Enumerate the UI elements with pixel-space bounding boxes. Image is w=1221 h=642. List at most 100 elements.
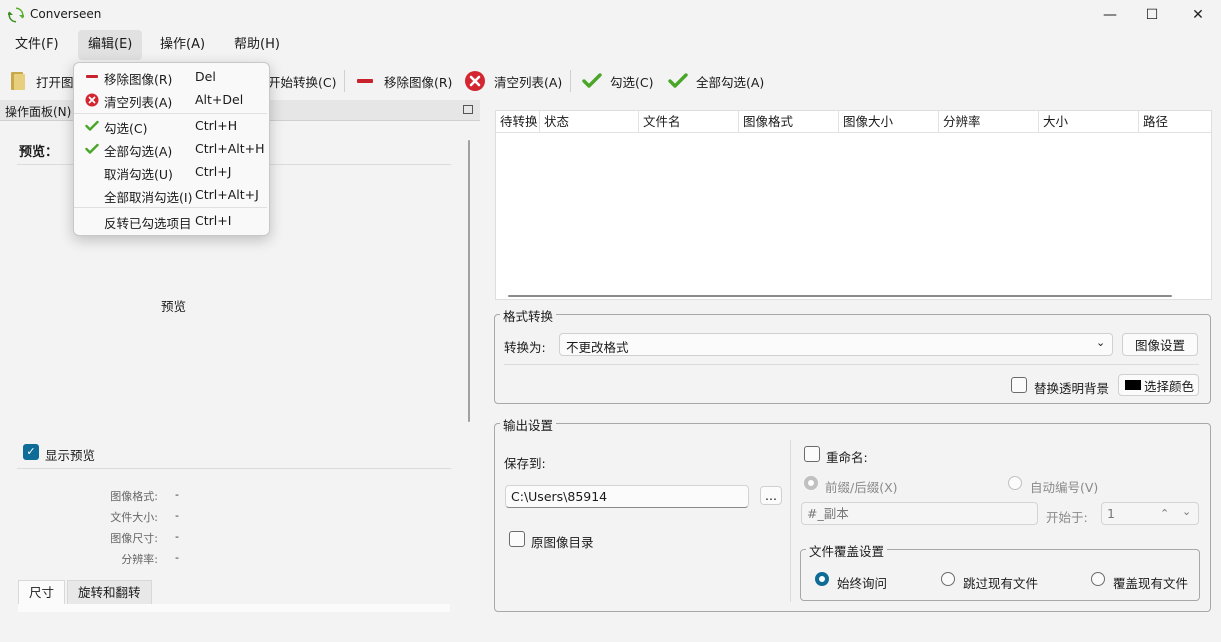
menu-item-shortcut: Ctrl+I (195, 213, 232, 228)
menu-item-uncheck[interactable]: 取消勾选(U) Ctrl+J (74, 160, 269, 183)
column-header-pending[interactable]: 待转换 (496, 111, 540, 133)
column-header-status[interactable]: 状态 (540, 111, 639, 133)
converseen-logo-icon (8, 7, 24, 23)
remove-image-button[interactable]: 移除图像(R) (356, 64, 452, 98)
check-all-button[interactable]: 全部勾选(A) (668, 64, 764, 98)
edit-menu-popup: 移除图像(R) Del 清空列表(A) Alt+Del 勾选(C) Ctrl+H… (73, 62, 270, 236)
original-dir-label: 原图像目录 (531, 535, 594, 550)
replace-transparent-bg-checkbox[interactable] (1011, 377, 1027, 393)
output-settings-title: 输出设置 (500, 415, 557, 434)
menu-separator (74, 207, 267, 208)
menu-action[interactable]: 操作(A) (150, 30, 215, 60)
column-header-image-size[interactable]: 图像大小 (839, 111, 939, 133)
open-folder-icon (11, 72, 25, 90)
clear-list-label: 清空列表(A) (494, 74, 563, 90)
info-format-value: - (175, 488, 179, 501)
start-at-label: 开始于: (1046, 510, 1088, 525)
rename-checkbox[interactable] (804, 446, 820, 462)
minus-red-icon (357, 79, 373, 83)
info-dimensions-value: - (175, 530, 179, 543)
info-size-value: - (175, 509, 179, 522)
check-label: 勾选(C) (610, 74, 654, 90)
overwrite-existing-radio[interactable] (1091, 572, 1105, 586)
check-all-label: 全部勾选(A) (696, 74, 765, 90)
left-panel-scrollbar[interactable] (468, 140, 470, 422)
image-settings-button[interactable]: 图像设置 (1122, 333, 1198, 356)
menu-help[interactable]: 帮助(H) (224, 30, 290, 60)
convert-to-dropdown[interactable]: 不更改格式 ⌄ (559, 333, 1113, 356)
always-ask-radio[interactable] (815, 572, 829, 586)
auto-number-label: 自动编号(V) (1030, 480, 1099, 495)
convert-to-value: 不更改格式 (566, 340, 629, 355)
check-all-green-icon (668, 73, 688, 88)
title-bar: Converseen — ☐ ✕ (0, 0, 1221, 30)
start-at-spinbox[interactable]: 1 ⌃ ⌄ (1101, 502, 1199, 525)
menu-item-label: 全部勾选(A) (104, 144, 173, 159)
menu-item-label: 清空列表(A) (104, 95, 173, 110)
prefix-suffix-radio[interactable] (804, 476, 818, 490)
open-images-button[interactable]: 打开图 (8, 64, 74, 98)
menu-bar: 文件(F) 编辑(E) 操作(A) 帮助(H) (0, 30, 1221, 60)
menu-item-clear-list[interactable]: 清空列表(A) Alt+Del (74, 88, 269, 111)
menu-item-shortcut: Alt+Del (195, 92, 244, 107)
close-icon: ✕ (1192, 7, 1204, 23)
menu-item-label: 取消勾选(U) (104, 167, 173, 182)
info-format-key: 图像格式: (110, 490, 158, 503)
open-images-label: 打开图 (36, 74, 74, 90)
tab-size[interactable]: 尺寸 (18, 580, 66, 605)
toolbar-separator (570, 70, 571, 92)
menu-edit[interactable]: 编辑(E) (78, 30, 143, 60)
vertical-divider (790, 440, 791, 602)
divider (17, 468, 451, 469)
skip-existing-label: 跳过现有文件 (963, 576, 1039, 591)
rename-label: 重命名: (826, 450, 868, 465)
tab-rotate-flip[interactable]: 旋转和翻转 (67, 580, 152, 605)
choose-color-button[interactable]: 选择颜色 (1118, 374, 1199, 396)
table-horizontal-scrollbar[interactable] (508, 295, 1172, 297)
column-header-path[interactable]: 路径 (1139, 111, 1211, 133)
auto-number-radio[interactable] (1008, 476, 1022, 490)
maximize-icon: ☐ (1145, 7, 1159, 23)
info-resolution-value: - (175, 551, 179, 564)
menu-item-shortcut: Ctrl+Alt+H (195, 141, 265, 156)
preview-label: 预览： (19, 145, 59, 160)
menu-item-label: 反转已勾选项目 (104, 216, 192, 231)
menu-file[interactable]: 文件(F) (5, 30, 69, 60)
column-header-format[interactable]: 图像格式 (739, 111, 839, 133)
start-convert-button[interactable]: 开始转换(C) (268, 64, 336, 98)
menu-item-check-all[interactable]: 全部勾选(A) Ctrl+Alt+H (74, 137, 269, 160)
suffix-input[interactable]: #_副本 (801, 502, 1038, 525)
column-header-resolution[interactable]: 分辨率 (939, 111, 1039, 133)
clear-list-button[interactable]: 清空列表(A) (464, 64, 562, 98)
file-table[interactable]: 待转换 状态 文件名 图像格式 图像大小 分辨率 大小 路径 (495, 110, 1212, 300)
column-header-size[interactable]: 大小 (1039, 111, 1139, 133)
skip-existing-radio[interactable] (941, 572, 955, 586)
close-button[interactable]: ✕ (1175, 0, 1221, 30)
divider (504, 364, 1199, 365)
column-header-filename[interactable]: 文件名 (639, 111, 739, 133)
menu-item-label: 移除图像(R) (104, 72, 173, 87)
minimize-button[interactable]: — (1087, 0, 1133, 30)
save-path-input[interactable]: C:\Users\85914 (505, 485, 749, 508)
check-button[interactable]: 勾选(C) (582, 64, 653, 98)
show-preview-checkbox[interactable]: ✓ (23, 444, 39, 460)
format-conversion-title: 格式转换 (500, 306, 557, 325)
preview-placeholder: 预览 (161, 299, 187, 314)
menu-item-uncheck-all[interactable]: 全部取消勾选(I) Ctrl+Alt+J (74, 183, 269, 206)
remove-image-label: 移除图像(R) (384, 74, 453, 90)
show-preview-label: 显示预览 (45, 448, 96, 463)
menu-item-shortcut: Del (195, 69, 216, 84)
menu-item-label: 全部取消勾选(I) (104, 190, 193, 205)
spin-down-icon[interactable]: ⌄ (1182, 501, 1191, 522)
menu-item-invert-checked[interactable]: 反转已勾选项目 Ctrl+I (74, 209, 269, 232)
browse-button[interactable]: ... (760, 486, 782, 505)
menu-item-shortcut: Ctrl+Alt+J (195, 187, 259, 202)
prefix-suffix-label: 前缀/后缀(X) (825, 480, 898, 495)
float-panel-icon[interactable] (463, 105, 473, 114)
maximize-button[interactable]: ☐ (1129, 0, 1175, 30)
menu-item-remove-image[interactable]: 移除图像(R) Del (74, 65, 269, 88)
original-dir-checkbox[interactable] (509, 531, 525, 547)
info-resolution-key: 分辨率: (121, 553, 158, 566)
menu-item-check[interactable]: 勾选(C) Ctrl+H (74, 114, 269, 137)
spin-up-icon[interactable]: ⌃ (1160, 503, 1169, 524)
